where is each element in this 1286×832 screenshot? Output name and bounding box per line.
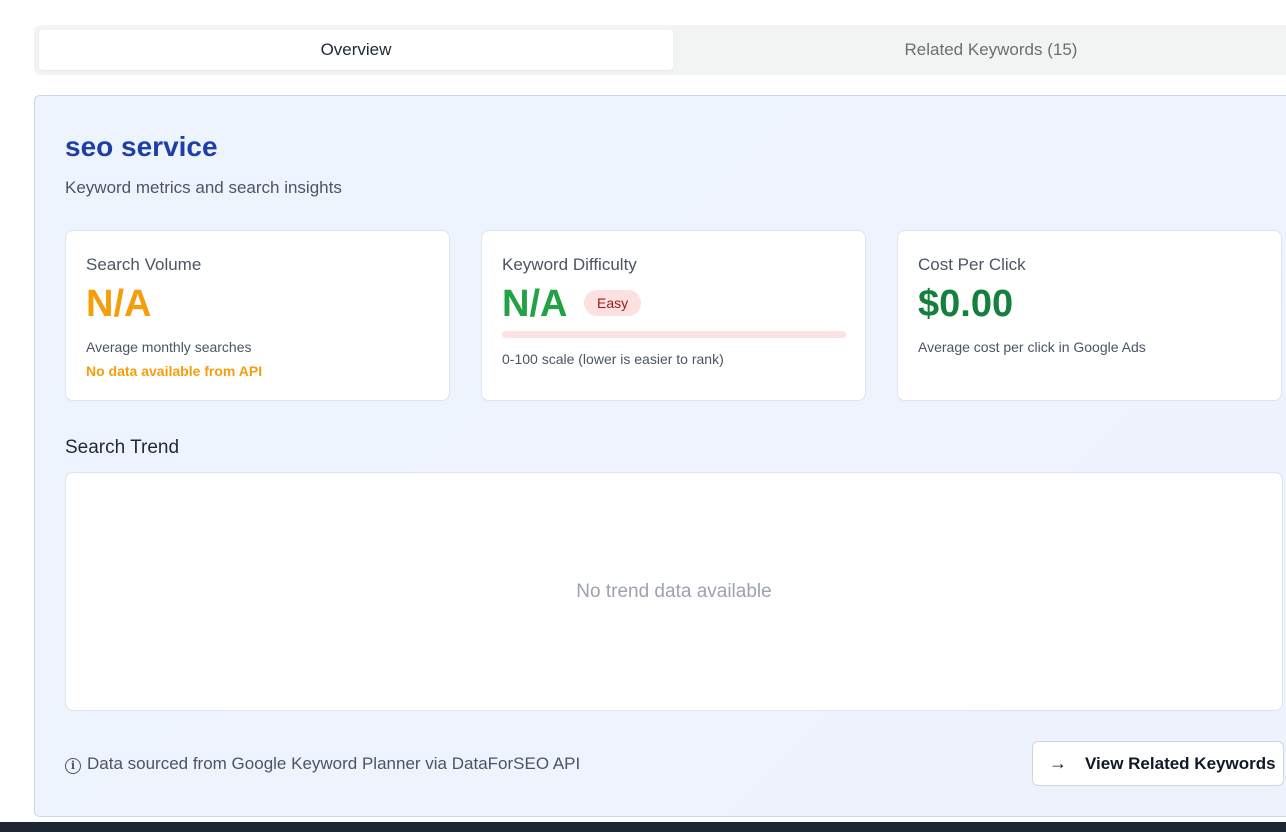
- search-volume-value: N/A: [86, 283, 152, 325]
- search-volume-note: No data available from API: [86, 363, 263, 379]
- cost-per-click-label: Cost Per Click: [918, 255, 1026, 274]
- view-related-keywords-button[interactable]: → View Related Keywords: [1032, 741, 1284, 786]
- arrow-right-icon: →: [1049, 753, 1067, 773]
- cost-per-click-card: Cost Per Click $0.00 Average cost per cl…: [897, 230, 1282, 401]
- data-source-text: Data sourced from Google Keyword Planner…: [87, 754, 581, 773]
- keyword-difficulty-label: Keyword Difficulty: [502, 255, 637, 274]
- cost-per-click-description: Average cost per click in Google Ads: [918, 339, 1146, 355]
- difficulty-badge: Easy: [584, 290, 642, 316]
- tab-overview[interactable]: Overview: [39, 30, 673, 70]
- difficulty-progress-bar: [502, 331, 846, 338]
- data-source-note: i Data sourced from Google Keyword Plann…: [65, 754, 580, 774]
- view-related-keywords-label: View Related Keywords: [1085, 753, 1276, 773]
- tab-bar: Overview Related Keywords (15): [34, 25, 1286, 75]
- keyword-subtitle: Keyword metrics and search insights: [65, 178, 342, 197]
- trend-empty-message: No trend data available: [576, 580, 772, 602]
- search-trend-chart-area: No trend data available: [65, 472, 1283, 711]
- keyword-title: seo service: [65, 131, 218, 162]
- search-volume-card: Search Volume N/A Average monthly search…: [65, 230, 450, 401]
- keyword-difficulty-value: N/A: [502, 283, 568, 325]
- keyword-difficulty-card: Keyword Difficulty N/A Easy 0-100 scale …: [481, 230, 866, 401]
- info-circle-icon: i: [65, 757, 81, 774]
- search-trend-title: Search Trend: [65, 437, 180, 458]
- tab-related-keywords[interactable]: Related Keywords (15): [674, 30, 1286, 70]
- taskbar-strip: [0, 822, 1286, 832]
- cost-per-click-value: $0.00: [918, 283, 1014, 325]
- search-volume-label: Search Volume: [86, 255, 202, 274]
- keyword-overview-panel: seo service Keyword metrics and search i…: [34, 95, 1286, 817]
- search-volume-description: Average monthly searches: [86, 339, 252, 355]
- keyword-difficulty-description: 0-100 scale (lower is easier to rank): [502, 351, 724, 367]
